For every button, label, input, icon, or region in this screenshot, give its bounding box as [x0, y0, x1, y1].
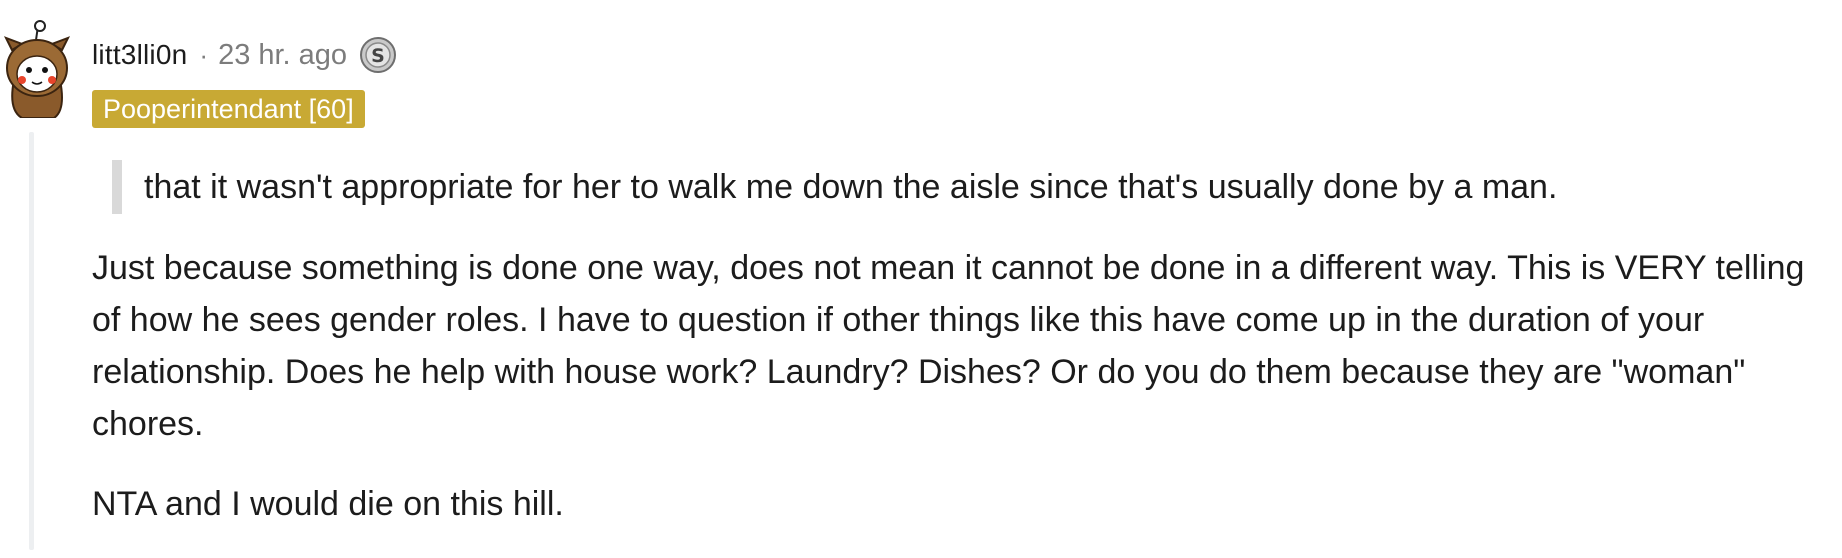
username-link[interactable]: litt3lli0n [92, 39, 187, 71]
user-avatar[interactable] [0, 20, 72, 119]
comment-paragraph: Just because something is done one way, … [92, 249, 1805, 443]
meta-separator: · [199, 39, 209, 70]
comment-body: that it wasn't appropriate for her to wa… [92, 160, 1812, 558]
thread-line[interactable] [29, 132, 34, 550]
svg-text:S: S [371, 45, 385, 67]
silver-award-icon[interactable]: S [359, 36, 397, 74]
comment-timestamp[interactable]: 23 hr. ago [218, 39, 347, 72]
blockquote: that it wasn't appropriate for her to wa… [112, 160, 1812, 214]
snoo-owl-avatar-icon [3, 20, 71, 119]
user-flair: Pooperintendant [60] [92, 90, 365, 128]
comment-header: litt3lli0n · 23 hr. ago S [92, 34, 397, 76]
comment-paragraph: NTA and I would die on this hill. [92, 485, 564, 523]
